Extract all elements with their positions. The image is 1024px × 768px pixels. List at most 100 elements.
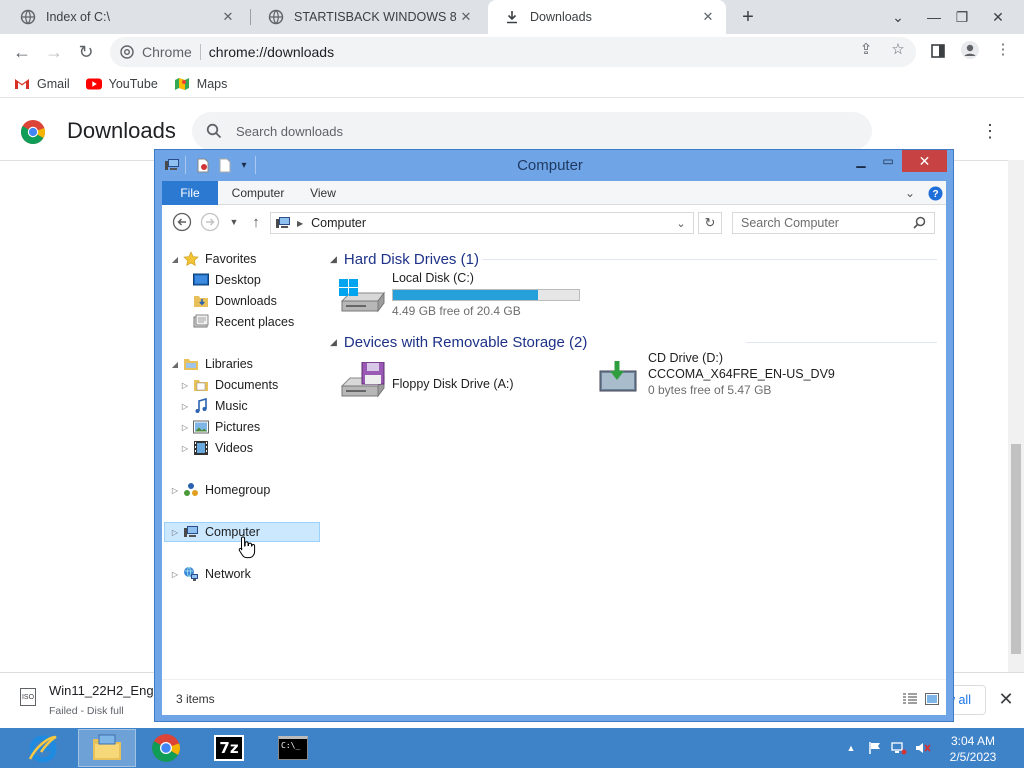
nav-videos[interactable]: ▷ Videos [180,438,253,458]
7zip-icon[interactable]: 7z [200,729,258,767]
breadcrumb-computer[interactable]: Computer [311,216,366,230]
expanded-arrow-icon[interactable]: ◢ [330,254,337,265]
drive-floppy-a[interactable]: Floppy Disk Drive (A:) [338,357,578,407]
close-shelf-icon[interactable]: ✕ [996,688,1016,710]
volume-muted-icon[interactable] [914,738,932,758]
ribbon-tab-view[interactable]: View [300,181,346,205]
bookmark-youtube[interactable]: YouTube [85,76,158,91]
tab-close-icon[interactable]: ✕ [700,9,716,25]
chrome-icon[interactable] [137,729,195,767]
tab-downloads[interactable]: Downloads ✕ [488,0,726,34]
action-center-flag-icon[interactable] [866,738,884,758]
group-divider [746,342,937,343]
search-downloads-input[interactable]: Search downloads [192,112,872,150]
omnibox-url[interactable]: chrome://downloads [209,44,334,60]
group-header-removable-storage[interactable]: ◢ Devices with Removable Storage (2) [330,332,587,352]
svg-text:?: ? [932,189,938,200]
explorer-minimize-icon[interactable]: ▁ [851,150,871,172]
clock-date: 2/5/2023 [949,750,997,764]
collapsed-arrow-icon[interactable]: ▷ [180,402,190,411]
drive-local-disk-c[interactable]: Local Disk (C:) 4.49 GB free of 20.4 GB [338,271,588,325]
ribbon-tab-file[interactable]: File [162,181,218,205]
nav-music[interactable]: ▷ Music [180,396,248,416]
back-circle-icon[interactable] [171,211,193,233]
file-explorer-icon[interactable] [78,729,136,767]
scrollbar-thumb[interactable] [1011,444,1021,654]
help-icon[interactable]: ? [926,181,944,205]
nav-desktop[interactable]: Desktop [193,270,261,290]
nav-pictures[interactable]: ▷ Pictures [180,417,260,437]
reload-icon[interactable]: ↻ [72,38,100,66]
restore-icon[interactable]: ❐ [946,0,978,34]
collapsed-arrow-icon[interactable]: ▷ [170,570,180,579]
hand-cursor-icon [238,535,256,562]
ribbon-expand-chevron-icon[interactable]: ⌄ [902,181,918,205]
collapsed-arrow-icon[interactable]: ▷ [170,528,180,537]
expanded-arrow-icon[interactable]: ◢ [330,337,337,348]
chrome-icon [120,45,134,59]
nav-label: Pictures [215,420,261,434]
tab-close-icon[interactable]: ✕ [220,9,236,25]
bookmark-label: Gmail [37,76,70,91]
collapsed-arrow-icon[interactable]: ▷ [180,423,190,432]
collapsed-arrow-icon[interactable]: ▷ [180,444,190,453]
tab-search-chevron-icon[interactable]: ⌄ [882,0,914,34]
refresh-icon[interactable]: ↻ [698,212,722,234]
nav-documents[interactable]: ▷ Documents [180,375,278,395]
browser-menu-icon[interactable]: ⋮ [994,40,1012,58]
item-count: 3 items [176,692,215,706]
address-bar-row: ▼ ↑ ▶ Computer ⌄ ↻ Search Computer [162,205,946,239]
tab-close-icon[interactable]: ✕ [458,9,474,25]
address-dropdown-icon[interactable]: ⌄ [671,213,691,233]
iso-file-icon: ISO [20,688,36,706]
new-tab-icon[interactable]: + [736,5,760,29]
nav-network[interactable]: ▷ Network [170,564,251,584]
explorer-maximize-icon[interactable]: ▭ [878,150,898,172]
nav-homegroup[interactable]: ▷ Homegroup [170,480,270,500]
tray-expand-icon[interactable]: ▲ [845,738,857,758]
explorer-close-icon[interactable]: ✕ [902,150,947,172]
network-tray-icon[interactable] [890,738,908,758]
cd-drive-icon [598,359,638,398]
large-icons-view-icon[interactable] [924,692,940,706]
back-arrow-icon[interactable]: ← [8,38,36,66]
bookmark-gmail[interactable]: Gmail [14,77,70,91]
breadcrumb-chevron-icon[interactable]: ▶ [297,219,303,228]
capacity-bar [392,289,580,301]
downloads-menu-icon[interactable]: ⋮ [980,120,1000,142]
internet-explorer-icon[interactable] [14,729,72,767]
collapsed-arrow-icon[interactable]: ▷ [170,486,180,495]
group-header-hard-disk-drives[interactable]: ◢ Hard Disk Drives (1) [330,249,479,269]
status-bar: 3 items [162,679,946,715]
nav-downloads[interactable]: Downloads [193,291,277,311]
tab-index-of-c[interactable]: Index of C:\ ✕ [4,0,246,34]
expanded-arrow-icon[interactable]: ◢ [170,360,180,369]
ribbon-tab-computer[interactable]: Computer [224,181,292,205]
download-filename[interactable]: Win11_22H2_English [49,683,154,698]
nav-favorites[interactable]: ◢ Favorites [170,249,256,269]
command-prompt-icon[interactable]: C:\_ [264,729,322,767]
nav-recent-places[interactable]: Recent places [193,312,294,332]
share-icon[interactable]: ⇪ [857,40,875,58]
forward-arrow-icon[interactable]: → [40,38,68,66]
forward-circle-icon[interactable] [199,211,221,233]
drive-cd-d[interactable]: CD Drive (D:) CCCOMA_X64FRE_EN-US_DV9 0 … [598,351,858,411]
close-window-icon[interactable]: ✕ [982,0,1014,34]
address-field[interactable]: ▶ Computer ⌄ [270,212,694,234]
taskbar-clock[interactable]: 3:04 AM 2/5/2023 [942,733,1004,765]
nav-libraries[interactable]: ◢ Libraries [170,354,253,374]
omnibox[interactable]: Chrome chrome://downloads [110,37,916,67]
profile-avatar-icon[interactable] [960,40,980,60]
explorer-titlebar[interactable]: ▾ Computer ▁ ▭ ✕ [155,150,953,180]
tab-startisback[interactable]: STARTISBACK WINDOWS 8 - Goo ✕ [252,0,484,34]
bookmark-star-icon[interactable]: ☆ [889,40,907,58]
up-arrow-icon[interactable]: ↑ [245,211,267,233]
bookmark-label: YouTube [108,76,158,91]
collapsed-arrow-icon[interactable]: ▷ [180,381,190,390]
expanded-arrow-icon[interactable]: ◢ [170,255,180,264]
search-computer-input[interactable]: Search Computer [732,212,935,234]
recent-locations-icon[interactable]: ▼ [223,211,245,233]
side-panel-icon[interactable] [929,42,947,60]
bookmark-maps[interactable]: Maps [174,77,227,91]
details-view-icon[interactable] [902,692,918,706]
